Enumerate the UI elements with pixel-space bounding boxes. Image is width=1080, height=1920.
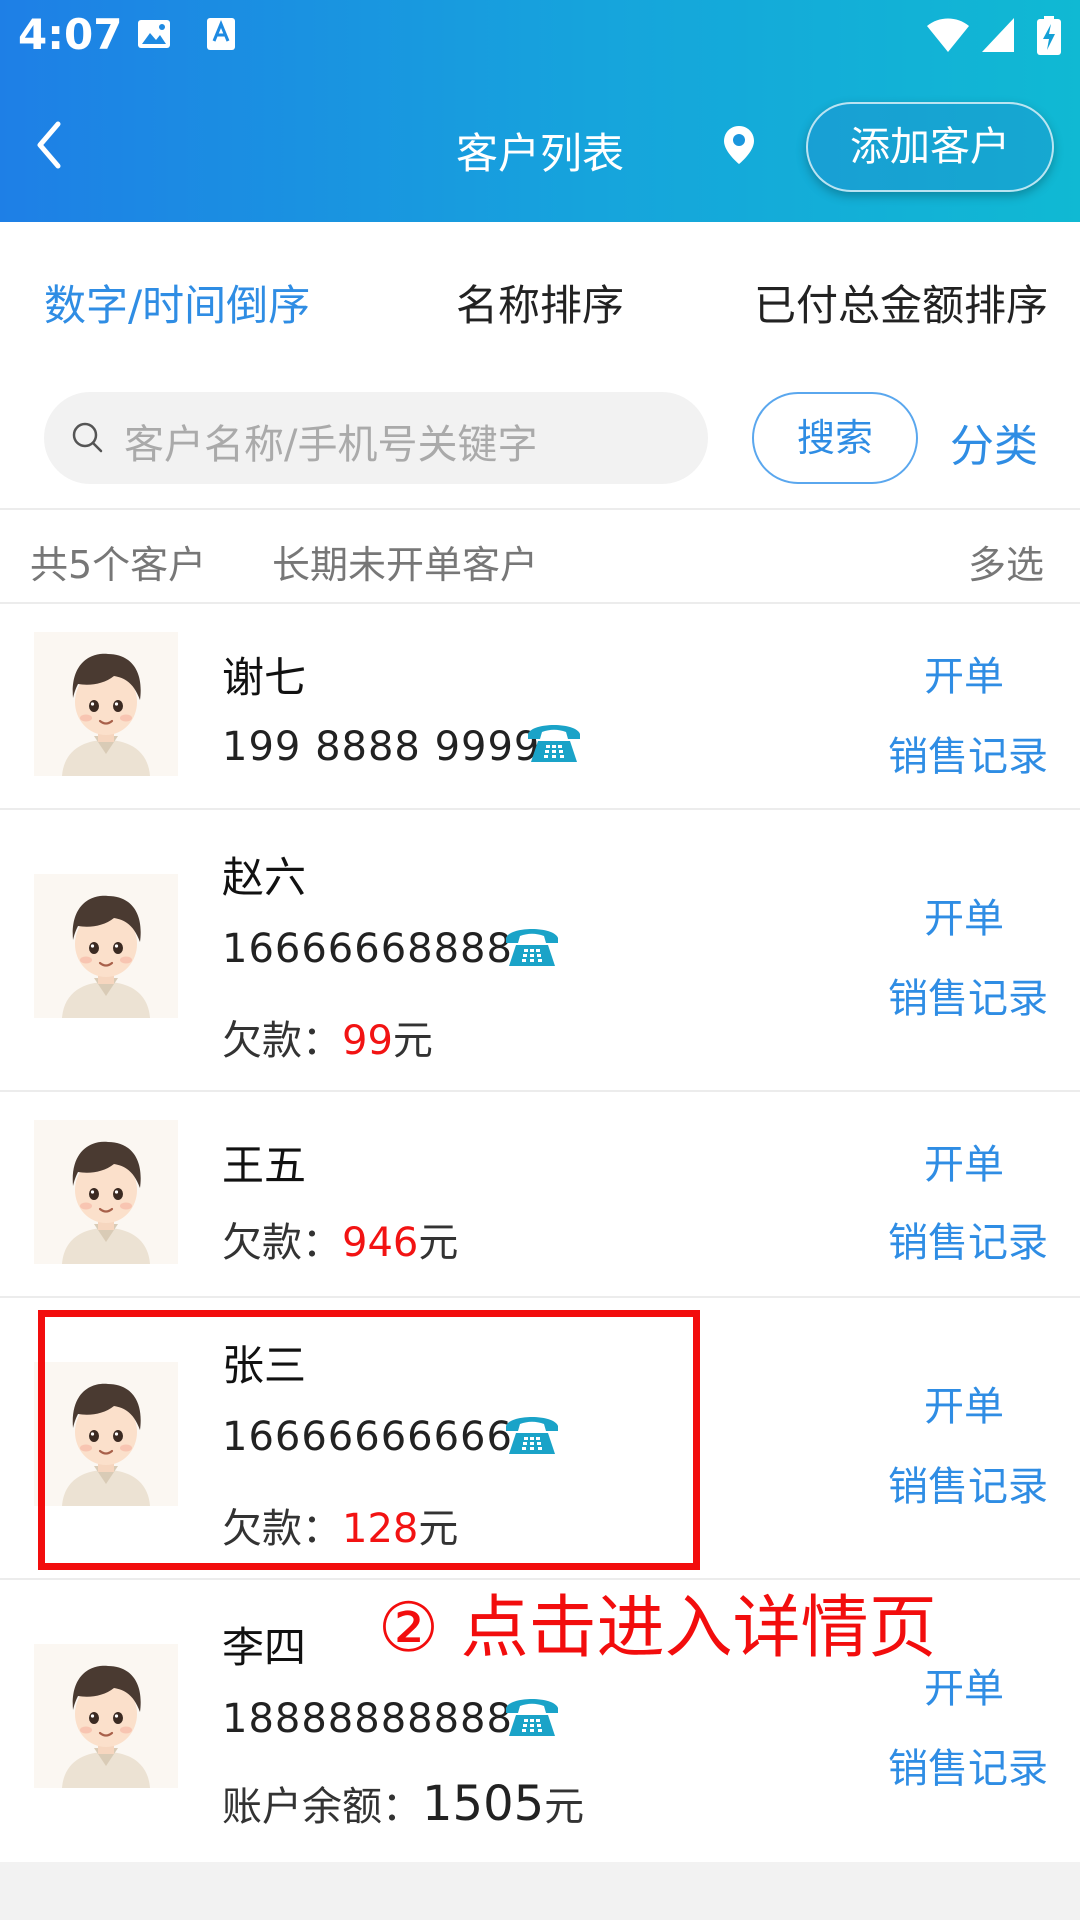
battery-charging-icon — [1037, 16, 1061, 55]
wifi-icon — [927, 18, 969, 52]
open-order-button[interactable]: 开单 — [0, 644, 1004, 702]
highlight-box — [38, 1310, 700, 1570]
search-input[interactable]: 客户名称/手机号关键字 — [44, 392, 708, 484]
annotation-text: ② 点击进入详情页 — [378, 1589, 937, 1668]
search-icon — [72, 422, 103, 453]
open-order-button[interactable]: 开单 — [0, 886, 1004, 944]
tab-sort-paid-amount[interactable]: 已付总金额排序 — [754, 272, 1048, 333]
location-pin-icon[interactable] — [722, 124, 756, 166]
search-placeholder: 客户名称/手机号关键字 — [124, 422, 538, 468]
add-customer-button[interactable]: 添加客户 — [806, 102, 1054, 192]
status-bar: 4:07 — [0, 0, 1080, 72]
customer-row[interactable]: 赵六 16666668888 欠款：99元 开单 销售记录 — [0, 810, 1080, 1090]
tab-sort-time[interactable]: 数字/时间倒序 — [44, 272, 310, 333]
gallery-notification-icon — [138, 20, 170, 48]
customer-row[interactable]: 王五 欠款：946元 开单 销售记录 — [0, 1092, 1080, 1296]
debt-amount: 99 — [342, 1018, 393, 1064]
sales-record-button[interactable]: 销售记录 — [0, 724, 1048, 782]
inactive-customers-filter[interactable]: 长期未开单客户 — [272, 534, 538, 589]
status-time: 4:07 — [18, 10, 123, 59]
open-order-button[interactable]: 开单 — [0, 1132, 1004, 1190]
divider — [0, 508, 1080, 510]
header-bar: 4:07 客户列表 添加客户 — [0, 0, 1080, 222]
font-notification-icon — [207, 18, 235, 50]
tab-sort-name[interactable]: 名称排序 — [456, 272, 624, 333]
category-button[interactable]: 分类 — [950, 410, 1038, 474]
search-button[interactable]: 搜索 — [752, 392, 918, 484]
sales-record-button[interactable]: 销售记录 — [0, 1210, 1048, 1268]
sales-record-button[interactable]: 销售记录 — [0, 1736, 1048, 1794]
customer-row[interactable]: 谢七 199 8888 9999 开单 销售记录 — [0, 604, 1080, 808]
multi-select-button[interactable]: 多选 — [968, 534, 1044, 589]
customer-count: 共5个客户 — [30, 543, 207, 587]
cellular-signal-icon — [982, 18, 1014, 52]
nav-bar: 客户列表 添加客户 — [0, 90, 1080, 200]
sales-record-button[interactable]: 销售记录 — [0, 966, 1048, 1024]
